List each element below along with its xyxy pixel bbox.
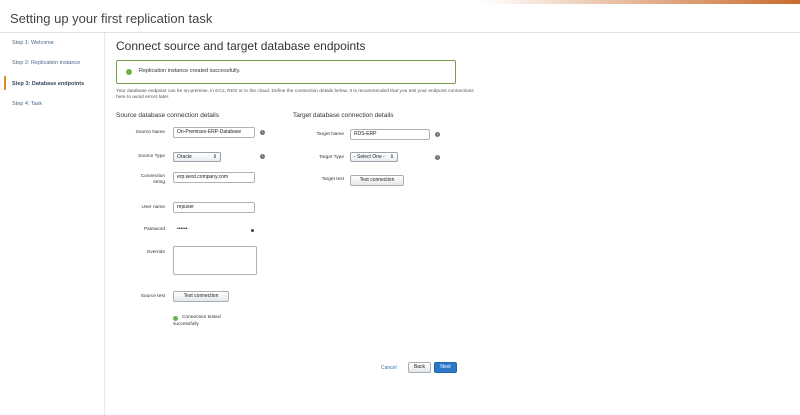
info-icon[interactable]: i [260,154,265,159]
info-icon[interactable]: i [435,132,440,137]
check-circle-icon [126,69,132,75]
override-textarea[interactable] [173,246,257,275]
source-type-value: Oracle [177,154,192,160]
source-test-label: Source test [140,294,165,299]
source-type-label: Source Type [138,154,165,159]
active-step-marker [4,76,6,90]
sidebar-step-replication-instance[interactable]: Step 2: Replication instance [12,60,80,66]
sidebar-step-database-endpoints[interactable]: Step 3: Database endpoints [12,81,84,87]
title-divider [0,32,800,33]
info-icon[interactable]: i [260,130,265,135]
override-label: Override [146,250,165,255]
source-type-select[interactable]: Oracle ⇕ [173,152,221,162]
content-title: Connect source and target database endpo… [116,39,366,53]
cancel-link[interactable]: Cancel [381,365,397,371]
chevron-updown-icon: ⇕ [389,154,394,160]
source-section-heading: Source database connection details [116,112,219,119]
target-section-heading: Target database connection details [293,112,394,119]
user-name-input[interactable]: repuser [173,202,255,213]
target-test-label: Target test [321,177,344,182]
info-icon[interactable]: i [435,155,440,160]
target-name-input[interactable]: RDS-ERP [350,129,430,140]
back-button[interactable]: Back [408,362,431,373]
target-test-connection-button[interactable]: Test connection [350,175,404,186]
page-title: Setting up your first replication task [10,11,213,26]
sidebar-step-welcome[interactable]: Step 1: Welcome [12,40,54,46]
next-button[interactable]: Next [434,362,457,373]
source-name-input[interactable]: On-Premises-ERP-Database [173,127,255,138]
password-input[interactable]: •••••• [173,224,255,235]
connection-string-label: Connection string [140,174,165,185]
password-indicator-icon [251,229,254,232]
source-name-label: Source Name [135,130,165,135]
target-name-label: Target Name [316,132,344,137]
target-type-select[interactable]: - Select One - ⇕ [350,152,398,162]
connection-string-input[interactable]: erp.west.company.com [173,172,255,183]
source-test-status: Connection tested [182,315,221,320]
target-type-label: Target Type [319,155,344,160]
target-type-value: - Select One - [354,154,385,160]
source-test-status-line2: successfully [173,322,199,327]
success-alert: Replication instance created successfull… [116,60,456,84]
password-label: Password [143,227,165,232]
sidebar-step-task[interactable]: Step 4: Task [12,101,42,107]
top-accent-strip [0,0,800,4]
user-name-label: User name [141,205,165,210]
sidebar-divider [104,33,105,415]
source-test-connection-button[interactable]: Test connection [173,291,229,302]
success-dot-icon [173,316,178,321]
chevron-updown-icon: ⇕ [212,154,217,160]
alert-message: Replication instance created successfull… [139,68,241,74]
intro-text: Your database endpoint can be on-premise… [116,89,474,100]
wizard-sidebar [0,33,105,415]
